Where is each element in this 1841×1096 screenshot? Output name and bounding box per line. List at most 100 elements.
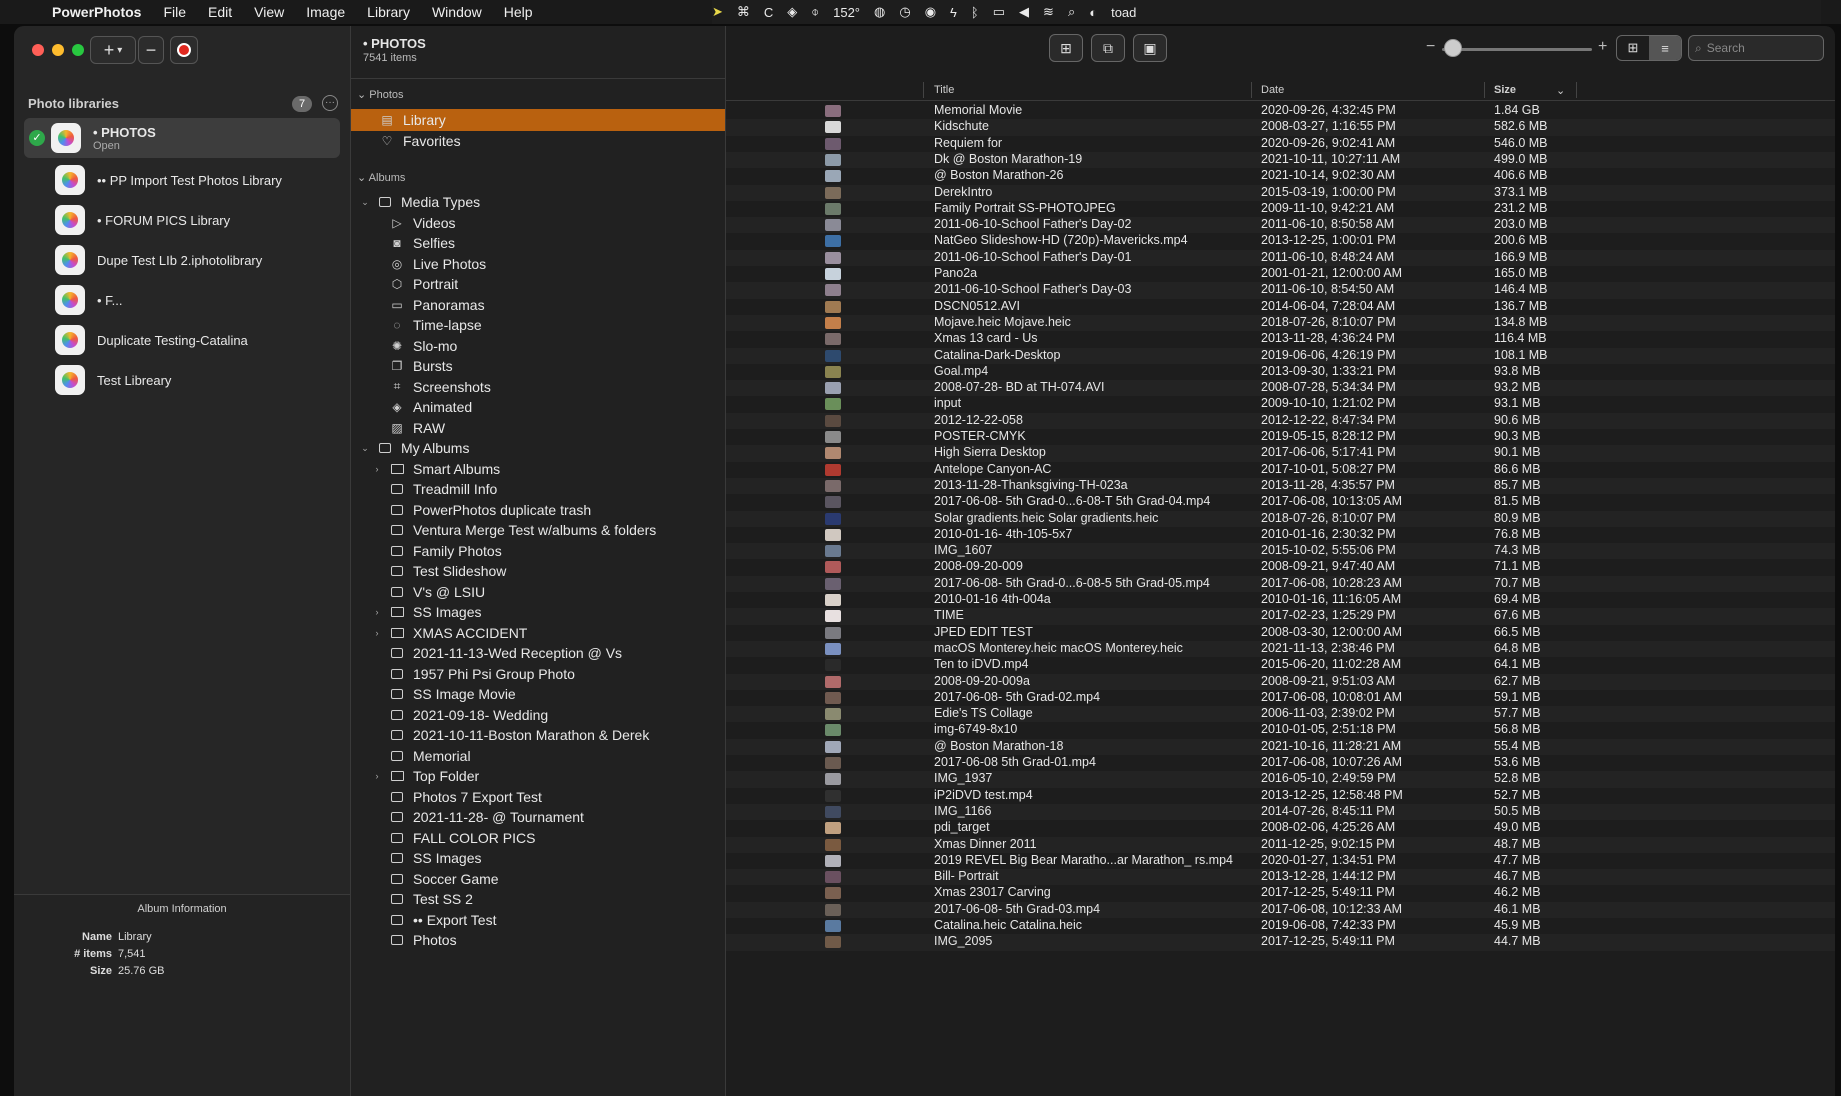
chevron-right-icon[interactable]: ›	[371, 607, 383, 617]
albums-item[interactable]: Soccer Game	[351, 868, 725, 890]
table-row[interactable]: Kidschute 2008-03-27, 1:16:55 PM 582.6 MB	[726, 119, 1835, 136]
menu-library[interactable]: Library	[367, 4, 410, 20]
table-row[interactable]: DSCN0512.AVI 2014-06-04, 7:28:04 AM 136.7 …	[726, 299, 1835, 315]
albums-item[interactable]: Photos 7 Export Test	[351, 786, 725, 808]
display-icon[interactable]: ▭	[993, 4, 1005, 20]
table-row[interactable]: Edie's TS Collage 2006-11-03, 2:39:02 PM 5…	[726, 706, 1835, 723]
table-row[interactable]: Xmas 23017 Carving 2017-12-25, 5:49:11 PM…	[726, 885, 1835, 901]
remove-library-button[interactable]: −	[138, 36, 164, 64]
library-item[interactable]: Test Libreary	[24, 360, 340, 400]
table-row[interactable]: TIME 2017-02-23, 1:25:29 PM 67.6 MB	[726, 608, 1835, 625]
albums-item[interactable]: ⌄ My Albums	[351, 437, 725, 459]
library-item[interactable]: •• PP Import Test Photos Library	[24, 160, 340, 200]
photos-item[interactable]: ♡ Favorites	[351, 130, 725, 152]
table-row[interactable]: iP2iDVD test.mp4 2013-12-25, 12:58:48 PM 5…	[726, 788, 1835, 804]
compare-button[interactable]: ⧉	[1091, 34, 1125, 62]
albums-item[interactable]: SS Images	[351, 847, 725, 869]
albums-item[interactable]: ◎ Live Photos	[351, 253, 725, 275]
albums-item[interactable]: Memorial	[351, 745, 725, 767]
search-field[interactable]: ⌕ Search	[1688, 35, 1824, 61]
column-size[interactable]: Size	[1494, 84, 1516, 96]
grid-view-icon[interactable]: ⊞	[1617, 36, 1649, 60]
wifi-icon[interactable]: ≋	[1043, 4, 1054, 20]
table-row[interactable]: IMG_2095 2017-12-25, 5:49:11 PM 44.7 MB	[726, 934, 1835, 951]
table-row[interactable]: Requiem for 2020-09-26, 9:02:41 AM 546.0 M…	[726, 136, 1835, 152]
add-library-button[interactable]: + ▾	[90, 36, 136, 64]
table-row[interactable]: 2013-11-28-Thanksgiving-TH-023a 2013-11-2…	[726, 477, 1835, 495]
chevron-down-icon[interactable]: ⌄	[359, 197, 371, 208]
bolt-icon[interactable]: ϟ	[950, 5, 957, 20]
table-row[interactable]: 2012-12-22-058 2012-12-22, 8:47:34 PM 90.6…	[726, 412, 1835, 429]
table-row[interactable]: 2008-07-28- BD at TH-074.AVI 2008-07-28, …	[726, 380, 1835, 397]
column-title[interactable]: Title	[934, 84, 954, 96]
albums-item[interactable]: FALL COLOR PICS	[351, 827, 725, 849]
user-menu[interactable]: toad	[1111, 5, 1136, 20]
sync-icon[interactable]: C	[764, 5, 773, 20]
chevron-down-icon[interactable]: ⌄	[359, 443, 371, 454]
menu-help[interactable]: Help	[504, 4, 533, 20]
record-button[interactable]	[170, 36, 198, 64]
more-options-icon[interactable]: ···	[322, 95, 338, 111]
menu-image[interactable]: Image	[306, 4, 345, 20]
albums-item[interactable]: Treadmill Info	[351, 478, 725, 500]
table-row[interactable]: @ Boston Marathon-18 2021-10-16, 11:28:21…	[726, 738, 1835, 755]
slideshow-button[interactable]: ▣	[1133, 34, 1167, 62]
chevron-right-icon[interactable]: ›	[371, 771, 383, 781]
albums-item[interactable]: › SS Images	[351, 601, 725, 623]
table-row[interactable]: 2011-06-10-School Father's Day-01 2011-06…	[726, 249, 1835, 266]
albums-item[interactable]: 2021-11-28- @ Tournament	[351, 806, 725, 828]
albums-item[interactable]: SS Image Movie	[351, 683, 725, 705]
albums-item[interactable]: 1957 Phi Psi Group Photo	[351, 663, 725, 685]
table-row[interactable]: Ten to iDVD.mp4 2015-06-20, 11:02:28 AM 64…	[726, 657, 1835, 673]
grid-inspect-button[interactable]: ⊞	[1049, 34, 1083, 62]
albums-item[interactable]: ❐ Bursts	[351, 355, 725, 377]
albums-item[interactable]: ⌗ Screenshots	[351, 376, 725, 398]
table-row[interactable]: pdi_target 2008-02-06, 4:25:26 AM 49.0 MB	[726, 820, 1835, 836]
albums-item[interactable]: ⌄ Media Types	[351, 191, 725, 213]
zoom-button[interactable]	[72, 44, 84, 56]
table-row[interactable]: Family Portrait SS-PHOTOJPEG 2009-11-10, …	[726, 201, 1835, 217]
library-item-photos[interactable]: ✓ • PHOTOS Open	[24, 118, 340, 158]
bluetooth-icon[interactable]: ᛒ	[971, 5, 979, 20]
albums-item[interactable]: › XMAS ACCIDENT	[351, 622, 725, 644]
zoom-in-icon[interactable]: +	[1598, 38, 1607, 56]
albums-section-header[interactable]: ⌄ Albums	[357, 171, 405, 184]
library-item[interactable]: • FORUM PICS Library	[24, 200, 340, 240]
table-row[interactable]: POSTER-CMYK 2019-05-15, 8:28:12 PM 90.3 MB	[726, 429, 1835, 445]
albums-item[interactable]: ⬡ Portrait	[351, 273, 725, 295]
albums-item[interactable]: 2021-11-13-Wed Reception @ Vs	[351, 642, 725, 664]
control-center-icon[interactable]: ◐	[1089, 5, 1097, 20]
albums-item[interactable]: Family Photos	[351, 540, 725, 562]
albums-item[interactable]: Test SS 2	[351, 888, 725, 910]
thumbnail-size-slider[interactable]	[1442, 48, 1592, 51]
table-row[interactable]: 2017-06-08- 5th Grad-03.mp4 2017-06-08, 1…	[726, 901, 1835, 918]
menu-file[interactable]: File	[163, 4, 186, 20]
table-row[interactable]: 2017-06-08 5th Grad-01.mp4 2017-06-08, 10…	[726, 755, 1835, 771]
library-item[interactable]: Duplicate Testing-Catalina	[24, 320, 340, 360]
table-row[interactable]: 2019 REVEL Big Bear Maratho...ar Maratho…	[726, 853, 1835, 869]
albums-item[interactable]: 2021-09-18- Wedding	[351, 704, 725, 726]
albums-item[interactable]: ◙ Selfies	[351, 232, 725, 254]
table-row[interactable]: Catalina-Dark-Desktop 2019-06-06, 4:26:19…	[726, 347, 1835, 364]
table-row[interactable]: Mojave.heic Mojave.heic 2018-07-26, 8:10:…	[726, 314, 1835, 332]
table-row[interactable]: Memorial Movie 2020-09-26, 4:32:45 PM 1.84…	[726, 103, 1835, 119]
table-row[interactable]: Xmas 13 card - Us 2013-11-28, 4:36:24 PM 1…	[726, 331, 1835, 347]
table-row[interactable]: NatGeo Slideshow-HD (720p)-Mavericks.mp4…	[726, 233, 1835, 249]
slider-knob[interactable]	[1444, 39, 1462, 57]
globe-icon[interactable]: ◍	[874, 4, 885, 20]
table-row[interactable]: Pano2a 2001-01-21, 12:00:00 AM 165.0 MB	[726, 266, 1835, 282]
table-row[interactable]: Antelope Canyon-AC 2017-10-01, 5:08:27 PM…	[726, 462, 1835, 478]
albums-item[interactable]: ▭ Panoramas	[351, 294, 725, 316]
volume-icon[interactable]: ◀	[1019, 4, 1029, 20]
table-row[interactable]: Catalina.heic Catalina.heic 2019-06-08, 7…	[726, 918, 1835, 934]
airdrop-icon[interactable]: ◉	[925, 4, 936, 20]
table-row[interactable]: input 2009-10-10, 1:21:02 PM 93.1 MB	[726, 396, 1835, 412]
app-menu[interactable]: PowerPhotos	[52, 4, 141, 20]
albums-item[interactable]: PowerPhotos duplicate trash	[351, 499, 725, 521]
table-row[interactable]: DerekIntro 2015-03-19, 1:00:00 PM 373.1 MB	[726, 184, 1835, 201]
table-row[interactable]: Solar gradients.heic Solar gradients.hei…	[726, 510, 1835, 527]
table-row[interactable]: 2011-06-10-School Father's Day-02 2011-06…	[726, 217, 1835, 234]
albums-item[interactable]: › Smart Albums	[351, 458, 725, 480]
minimize-button[interactable]	[52, 44, 64, 56]
albums-item[interactable]: 2021-10-11-Boston Marathon & Derek	[351, 724, 725, 746]
